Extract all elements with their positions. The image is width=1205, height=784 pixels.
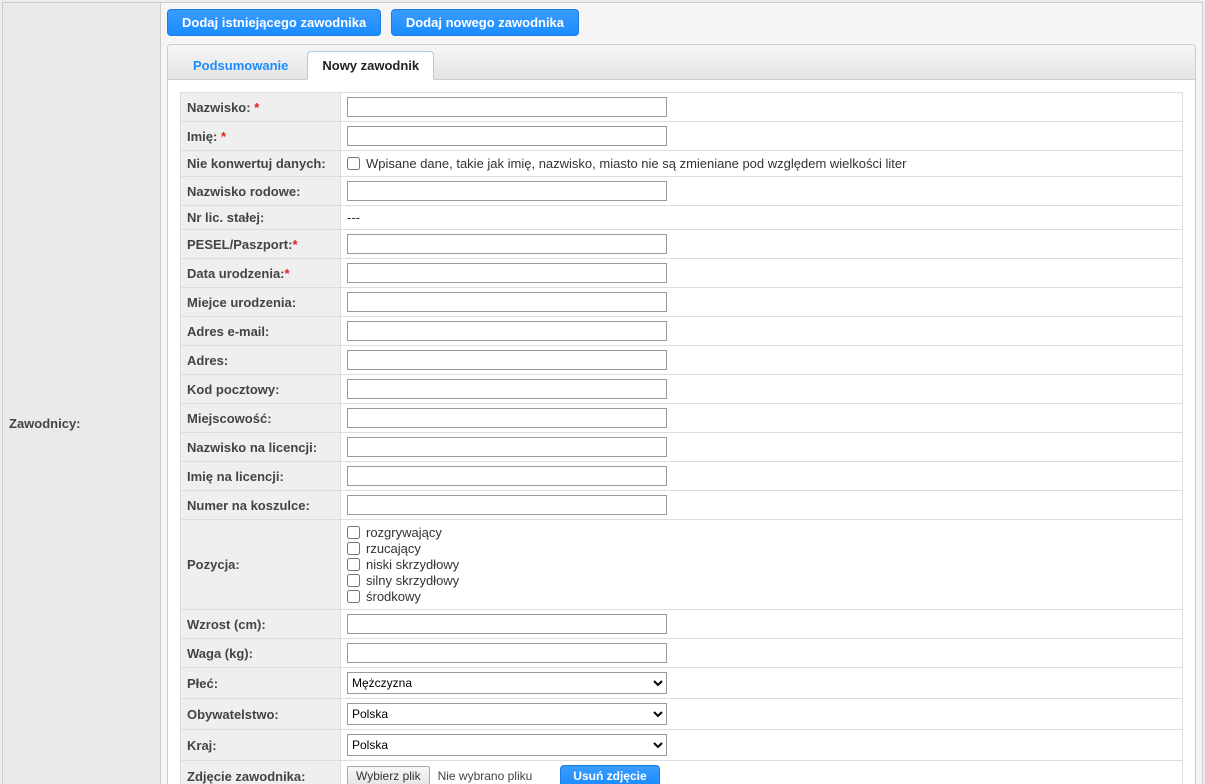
email-input[interactable]: [347, 321, 667, 341]
position-sg-label: rzucający: [366, 541, 421, 556]
noconvert-checkbox[interactable]: [347, 157, 360, 170]
label-sex: Płeć:: [187, 676, 218, 691]
label-pob: Miejce urodzenia:: [187, 295, 296, 310]
label-address: Adres:: [187, 353, 228, 368]
label-surname: Nazwisko:: [187, 100, 251, 115]
tab-bar: Podsumowanie Nowy zawodnik: [168, 45, 1195, 80]
label-maiden: Nazwisko rodowe:: [187, 184, 300, 199]
label-lic-surname: Nazwisko na licencji:: [187, 440, 317, 455]
lic-surname-input[interactable]: [347, 437, 667, 457]
firstname-input[interactable]: [347, 126, 667, 146]
noconvert-desc: Wpisane dane, takie jak imię, nazwisko, …: [366, 156, 906, 171]
player-form-table: Nazwisko: * Imię: * Nie konwertuj danych…: [180, 92, 1183, 784]
label-height: Wzrost (cm):: [187, 617, 266, 632]
label-photo: Zdjęcie zawodnika:: [187, 769, 305, 784]
tab-summary[interactable]: Podsumowanie: [178, 51, 303, 80]
label-city: Miejscowość:: [187, 411, 272, 426]
label-citizenship: Obywatelstwo:: [187, 707, 279, 722]
label-dob: Data urodzenia:: [187, 266, 285, 281]
label-jersey: Numer na koszulce:: [187, 498, 310, 513]
city-input[interactable]: [347, 408, 667, 428]
label-email: Adres e-mail:: [187, 324, 269, 339]
label-noconvert: Nie konwertuj danych:: [187, 156, 326, 171]
label-firstname: Imię:: [187, 129, 217, 144]
licno-value: ---: [347, 210, 360, 225]
position-c-checkbox[interactable]: [347, 590, 360, 603]
label-weight: Waga (kg):: [187, 646, 253, 661]
label-lic-first: Imię na licencji:: [187, 469, 284, 484]
position-sf-label: niski skrzydłowy: [366, 557, 459, 572]
file-status-text: Nie wybrano pliku: [438, 769, 533, 783]
add-new-player-button[interactable]: Dodaj nowego zawodnika: [391, 9, 579, 36]
height-input[interactable]: [347, 614, 667, 634]
position-sf-checkbox[interactable]: [347, 558, 360, 571]
pob-input[interactable]: [347, 292, 667, 312]
country-select[interactable]: Polska: [347, 734, 667, 756]
left-section-label: Zawodnicy:: [3, 3, 161, 784]
label-position: Pozycja:: [187, 557, 240, 572]
jersey-input[interactable]: [347, 495, 667, 515]
surname-input[interactable]: [347, 97, 667, 117]
position-pg-label: rozgrywający: [366, 525, 442, 540]
dob-input[interactable]: [347, 263, 667, 283]
position-pf-label: silny skrzydłowy: [366, 573, 459, 588]
add-existing-player-button[interactable]: Dodaj istniejącego zawodnika: [167, 9, 381, 36]
position-sg-checkbox[interactable]: [347, 542, 360, 555]
zip-input[interactable]: [347, 379, 667, 399]
label-zip: Kod pocztowy:: [187, 382, 279, 397]
maiden-input[interactable]: [347, 181, 667, 201]
choose-file-button[interactable]: Wybierz plik: [347, 766, 430, 784]
address-input[interactable]: [347, 350, 667, 370]
position-pg-checkbox[interactable]: [347, 526, 360, 539]
lic-first-input[interactable]: [347, 466, 667, 486]
tab-panel: Podsumowanie Nowy zawodnik Nazwisko: * I…: [167, 44, 1196, 784]
label-country: Kraj:: [187, 738, 217, 753]
remove-photo-button[interactable]: Usuń zdjęcie: [560, 765, 659, 784]
label-pesel: PESEL/Paszport:: [187, 237, 292, 252]
position-pf-checkbox[interactable]: [347, 574, 360, 587]
weight-input[interactable]: [347, 643, 667, 663]
tab-new-player[interactable]: Nowy zawodnik: [307, 51, 434, 80]
citizenship-select[interactable]: Polska: [347, 703, 667, 725]
sex-select[interactable]: Mężczyzna: [347, 672, 667, 694]
pesel-input[interactable]: [347, 234, 667, 254]
position-c-label: środkowy: [366, 589, 421, 604]
label-licno: Nr lic. stałej:: [187, 210, 264, 225]
